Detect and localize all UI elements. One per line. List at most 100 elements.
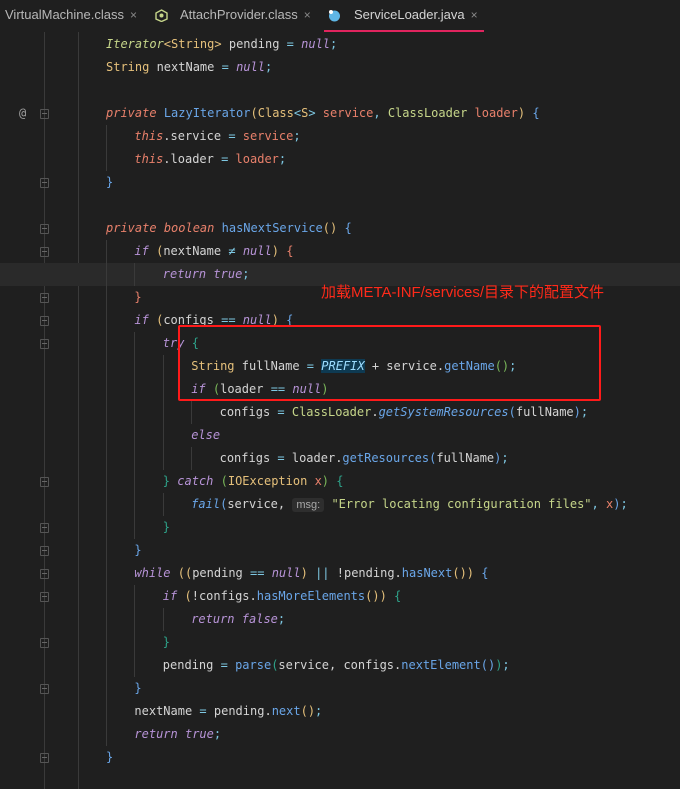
code-line[interactable]: nextName = pending.next(); [0, 700, 680, 723]
code-token: { [481, 566, 489, 580]
code-token: = [277, 405, 285, 419]
tab-serviceloader-java[interactable]: ServiceLoader.java × [324, 0, 484, 32]
indent-guide [162, 355, 164, 378]
code-line[interactable]: fail(service, msg: "Error locating confi… [0, 493, 680, 516]
code-line[interactable]: } [0, 631, 680, 654]
code-line[interactable]: } [0, 539, 680, 562]
code-line[interactable]: } [0, 677, 680, 700]
code-line[interactable]: if (!configs.hasMoreElements()) { [0, 585, 680, 608]
code-token: if [162, 589, 178, 603]
code-text: configs = loader.getResources(fullName); [220, 447, 509, 470]
code-text: while ((pending == null) || !pending.has… [134, 562, 488, 585]
close-icon[interactable]: × [304, 8, 311, 22]
code-line[interactable]: this.service = service; [0, 125, 680, 148]
fold-toggle-icon[interactable] [40, 316, 49, 326]
fold-toggle-icon[interactable] [40, 293, 49, 303]
code-text: } [134, 677, 141, 700]
code-token: > [214, 37, 222, 51]
code-line[interactable]: configs = loader.getResources(fullName); [0, 447, 680, 470]
code-line[interactable]: Iterator<String> pending = null; [0, 33, 680, 56]
indent-guide [134, 332, 136, 355]
fold-toggle-icon[interactable] [40, 592, 49, 602]
code-token: else [191, 428, 221, 442]
indent-guide [134, 355, 136, 378]
code-line[interactable]: return false; [0, 608, 680, 631]
fold-toggle-icon[interactable] [40, 546, 49, 556]
indent-guide [106, 631, 107, 654]
tab-label: AttachProvider.class [180, 7, 298, 22]
code-text: } [106, 171, 113, 194]
code-line[interactable]: return true; [0, 723, 680, 746]
code-line[interactable]: private boolean hasNextService() { [0, 217, 680, 240]
java-class-icon [329, 10, 340, 22]
fold-toggle-icon[interactable] [40, 753, 49, 763]
code-line[interactable]: configs = ClassLoader.getSystemResources… [0, 401, 680, 424]
code-token: ) [321, 474, 330, 488]
fold-toggle-icon[interactable] [40, 339, 49, 349]
code-token: if [134, 244, 149, 258]
fold-toggle-icon[interactable] [40, 569, 49, 579]
code-token: x [307, 474, 322, 488]
code-token: ; [278, 152, 287, 166]
close-icon[interactable]: × [471, 8, 478, 22]
fold-toggle-icon[interactable] [40, 684, 49, 694]
indent-guide [106, 355, 107, 378]
indent-guide [134, 447, 136, 470]
code-token: pending [221, 37, 287, 51]
fold-toggle-icon[interactable] [40, 477, 49, 487]
code-line[interactable]: } [0, 516, 680, 539]
code-line[interactable]: @ private LazyIterator(Class<S> service, … [0, 102, 680, 125]
code-line[interactable]: } [0, 746, 680, 769]
indent-guide [134, 631, 136, 654]
code-token: } [134, 681, 142, 695]
code-token: ) [573, 405, 581, 419]
tab-attachprovider-class[interactable]: AttachProvider.class × [180, 0, 311, 32]
indent-guide [162, 447, 164, 470]
code-token: service [235, 129, 294, 143]
code-token: fullName [515, 405, 574, 419]
code-token: getResources [342, 451, 430, 465]
code-line[interactable]: else [0, 424, 680, 447]
code-token: = [228, 129, 236, 143]
code-line[interactable]: } [0, 171, 680, 194]
code-token: { [336, 474, 344, 488]
code-text: nextName = pending.next(); [134, 700, 322, 723]
code-line[interactable]: pending = parse(service, configs.nextEle… [0, 654, 680, 677]
code-token: configs [219, 405, 278, 419]
code-token: ; [315, 704, 323, 718]
code-line[interactable]: this.loader = loader; [0, 148, 680, 171]
code-token: ) [300, 566, 308, 580]
fold-toggle-icon[interactable] [40, 178, 49, 188]
indent-guide [106, 562, 107, 585]
fold-toggle-icon[interactable] [40, 109, 49, 119]
tab-virtualmachine-class[interactable]: VirtualMachine.class × [5, 0, 137, 32]
fold-toggle-icon[interactable] [40, 224, 49, 234]
close-icon[interactable]: × [130, 8, 137, 22]
code-token: nextName [134, 704, 200, 718]
fold-toggle-icon[interactable] [40, 247, 49, 257]
code-token: ()) [452, 566, 475, 580]
indent-guide [162, 424, 164, 447]
code-text: this.service = service; [134, 125, 300, 148]
code-token: this [134, 129, 164, 143]
indent-guide [106, 378, 107, 401]
code-line[interactable] [0, 194, 680, 217]
indent-guide [134, 378, 136, 401]
code-line[interactable]: String nextName = null; [0, 56, 680, 79]
indent-guide [162, 378, 164, 401]
code-token: { [344, 221, 352, 235]
fold-toggle-icon[interactable] [40, 523, 49, 533]
code-line[interactable]: while ((pending == null) || !pending.has… [0, 562, 680, 585]
code-line[interactable]: } catch (IOException x) { [0, 470, 680, 493]
code-token: , [373, 106, 388, 120]
override-marker-icon[interactable]: @ [19, 102, 26, 125]
code-token: null [301, 37, 331, 51]
code-editor[interactable]: Iterator<String> pending = null; String n… [0, 32, 680, 789]
code-line[interactable]: if (nextName ≠ null) { [0, 240, 680, 263]
code-line[interactable] [0, 79, 680, 102]
fold-toggle-icon[interactable] [40, 638, 49, 648]
